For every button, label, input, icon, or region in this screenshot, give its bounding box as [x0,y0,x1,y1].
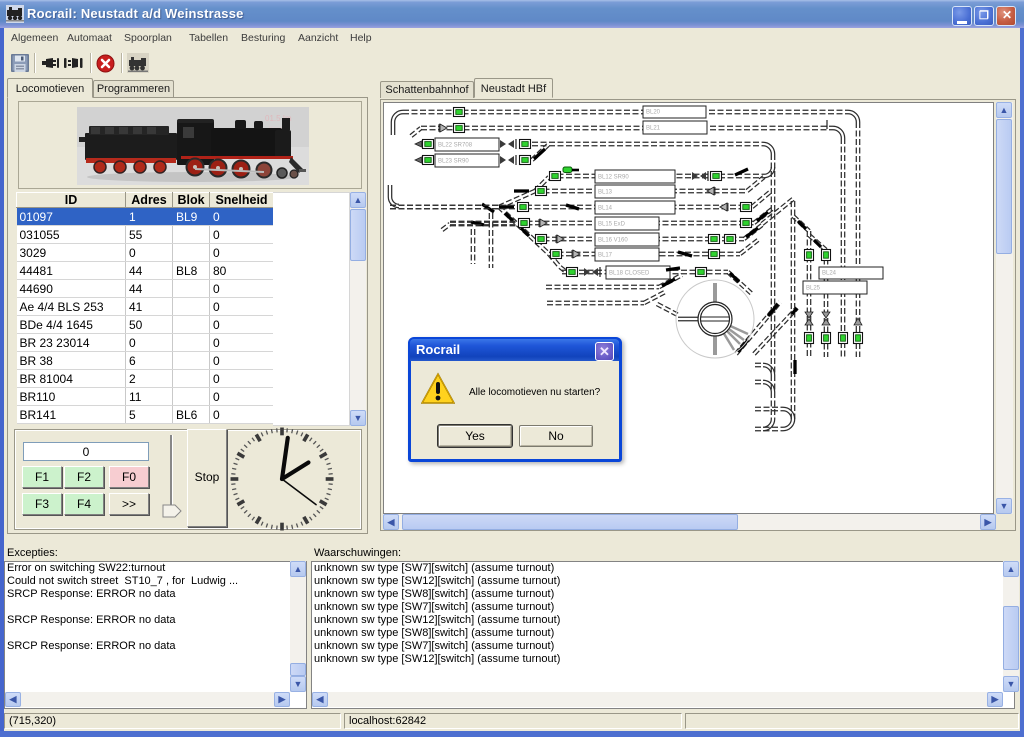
svg-text:BL17: BL17 [598,253,613,259]
svg-text:BL18 CLOSED: BL18 CLOSED [609,271,650,277]
svg-text:BL20: BL20 [646,110,661,116]
svg-text:BL15 ExD: BL15 ExD [598,222,626,228]
svg-text:BL14: BL14 [598,206,613,212]
svg-text:BL24: BL24 [822,271,837,277]
svg-text:BL22 SR708: BL22 SR708 [438,143,473,149]
svg-text:BL21: BL21 [646,126,661,132]
svg-text:BL25: BL25 [806,286,821,292]
svg-text:BL12 SR90: BL12 SR90 [598,175,629,181]
svg-text:BL16 V160: BL16 V160 [598,238,628,244]
svg-text:BL13: BL13 [598,190,613,196]
svg-text:BL23 SR90: BL23 SR90 [438,159,469,165]
